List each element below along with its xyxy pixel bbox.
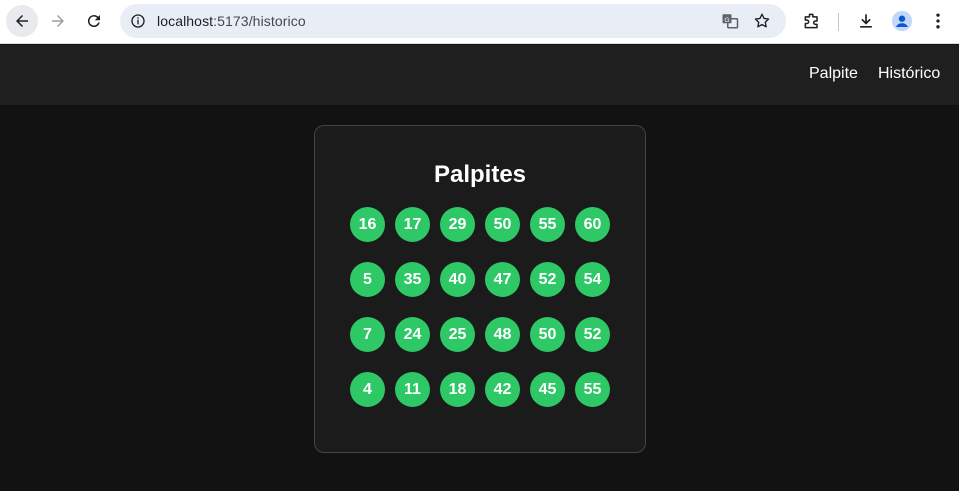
app-header: Palpite Histórico <box>0 45 959 105</box>
guess-row: 16 17 29 50 55 60 <box>350 207 610 242</box>
number-ball: 7 <box>350 317 385 352</box>
card-title: Palpites <box>433 161 527 188</box>
toolbar-divider <box>838 13 839 31</box>
browser-toolbar: localhost:5173/historico G <box>0 0 959 44</box>
palpites-card: Palpites 16 17 29 50 55 60 5 35 40 47 52… <box>314 125 646 453</box>
number-ball: 50 <box>530 317 565 352</box>
nav-link-historico[interactable]: Histórico <box>878 65 940 83</box>
url-host: localhost <box>157 13 214 29</box>
forward-button[interactable] <box>42 5 74 37</box>
back-button[interactable] <box>6 5 38 37</box>
number-ball: 52 <box>530 262 565 297</box>
url-path: :5173/historico <box>213 13 306 29</box>
number-ball: 60 <box>575 207 610 242</box>
number-ball: 55 <box>530 207 565 242</box>
guess-row: 5 35 40 47 52 54 <box>350 262 610 297</box>
number-ball: 48 <box>485 317 520 352</box>
address-bar[interactable]: localhost:5173/historico G <box>120 4 786 38</box>
number-ball: 54 <box>575 262 610 297</box>
download-icon[interactable] <box>854 9 878 33</box>
number-ball: 25 <box>440 317 475 352</box>
number-ball: 55 <box>575 372 610 407</box>
more-menu-icon[interactable] <box>926 9 950 33</box>
number-ball: 16 <box>350 207 385 242</box>
nav-link-palpite[interactable]: Palpite <box>809 65 858 83</box>
extensions-icon[interactable] <box>800 9 824 33</box>
number-ball: 50 <box>485 207 520 242</box>
bookmark-star-icon[interactable] <box>752 11 772 31</box>
number-ball: 47 <box>485 262 520 297</box>
guess-row: 4 11 18 42 45 55 <box>350 372 610 407</box>
number-ball: 40 <box>440 262 475 297</box>
guess-list: 16 17 29 50 55 60 5 35 40 47 52 54 7 24 … <box>350 207 610 427</box>
reload-icon <box>87 15 100 28</box>
translate-icon[interactable]: G <box>720 11 740 31</box>
arrow-left-icon <box>16 15 28 27</box>
site-info-icon[interactable] <box>128 11 148 31</box>
number-ball: 24 <box>395 317 430 352</box>
svg-text:G: G <box>724 17 729 24</box>
number-ball: 5 <box>350 262 385 297</box>
url-text[interactable]: localhost:5173/historico <box>157 13 306 29</box>
number-ball: 11 <box>395 372 430 407</box>
number-ball: 4 <box>350 372 385 407</box>
number-ball: 29 <box>440 207 475 242</box>
arrow-right-icon <box>52 15 64 27</box>
number-ball: 17 <box>395 207 430 242</box>
number-ball: 45 <box>530 372 565 407</box>
number-ball: 42 <box>485 372 520 407</box>
guess-row: 7 24 25 48 50 52 <box>350 317 610 352</box>
number-ball: 18 <box>440 372 475 407</box>
number-ball: 52 <box>575 317 610 352</box>
reload-button[interactable] <box>78 5 110 37</box>
profile-avatar-icon[interactable] <box>890 9 914 33</box>
number-ball: 35 <box>395 262 430 297</box>
